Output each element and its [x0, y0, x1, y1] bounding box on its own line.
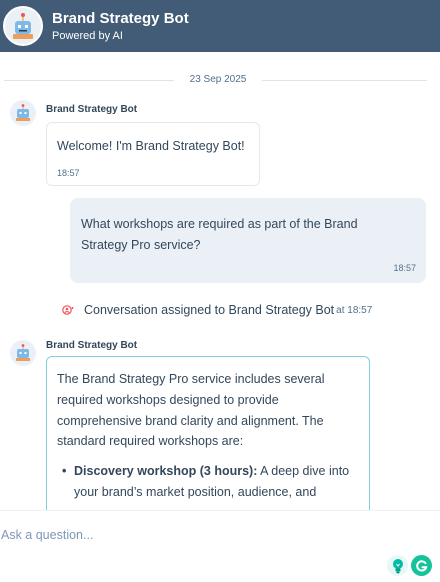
- assignment-time: at 18:57: [336, 304, 373, 316]
- question-input[interactable]: [0, 525, 380, 545]
- message-sender: Brand Strategy Bot: [46, 340, 138, 351]
- divider-line: [4, 80, 174, 81]
- message-text-line: comprehensive brand clarity and alignmen…: [57, 413, 324, 428]
- grammarly-icon[interactable]: [411, 555, 432, 576]
- message-time: 18:57: [393, 263, 416, 273]
- assign-user-icon: [62, 304, 74, 316]
- message-text-line: What workshops are required as part of t…: [81, 217, 358, 231]
- composer: [0, 510, 440, 582]
- date-divider: 23 Sep 2025: [0, 72, 440, 88]
- bot-robot-icon: [13, 13, 33, 39]
- message-text-line: required workshops designed to provide: [57, 392, 279, 407]
- bot-avatar: [3, 6, 43, 46]
- bot-message-bubble: The Brand Strategy Pro service includes …: [46, 356, 370, 510]
- bot-robot-icon: [16, 104, 30, 121]
- user-message-bubble: What workshops are required as part of t…: [70, 198, 426, 283]
- workshop-desc: your brand’s market position, audience, …: [74, 484, 317, 499]
- chat-header: Brand Strategy Bot Powered by AI: [0, 0, 440, 52]
- divider-line: [262, 80, 427, 81]
- assignment-notice: Conversation assigned to Brand Strategy …: [62, 302, 372, 318]
- composer-tools: [387, 555, 433, 579]
- workshop-list: Discovery workshop (3 hours): A deep div…: [57, 461, 359, 503]
- header-title: Brand Strategy Bot: [52, 9, 189, 27]
- date-label: 23 Sep 2025: [189, 74, 247, 85]
- list-item: Discovery workshop (3 hours): A deep div…: [57, 461, 359, 503]
- message-text-line: standard required workshops are:: [57, 434, 244, 449]
- conversation-thread[interactable]: 23 Sep 2025 Brand Strategy Bot Welcome! …: [0, 52, 440, 510]
- message-paragraph: The Brand Strategy Pro service includes …: [57, 369, 359, 452]
- message-text: What workshops are required as part of t…: [81, 214, 358, 256]
- assignment-text: Conversation assigned to Brand Strategy …: [84, 303, 335, 317]
- message-sender: Brand Strategy Bot: [46, 104, 138, 115]
- bot-avatar: [10, 340, 36, 366]
- bot-message-bubble: Welcome! I'm Brand Strategy Bot! 18:57: [46, 122, 260, 186]
- header-subtitle: Powered by AI: [52, 29, 123, 42]
- lightbulb-icon[interactable]: [387, 555, 408, 576]
- message-text-line: The Brand Strategy Pro service includes …: [57, 372, 325, 386]
- workshop-title: Discovery workshop (3 hours):: [74, 464, 258, 479]
- bot-robot-icon: [16, 344, 30, 361]
- bot-avatar: [10, 100, 36, 126]
- workshop-desc: A deep dive into: [257, 464, 350, 479]
- message-text-line: Strategy Pro service?: [81, 238, 201, 252]
- message-time: 18:57: [57, 168, 80, 178]
- message-text: Welcome! I'm Brand Strategy Bot!: [57, 139, 245, 153]
